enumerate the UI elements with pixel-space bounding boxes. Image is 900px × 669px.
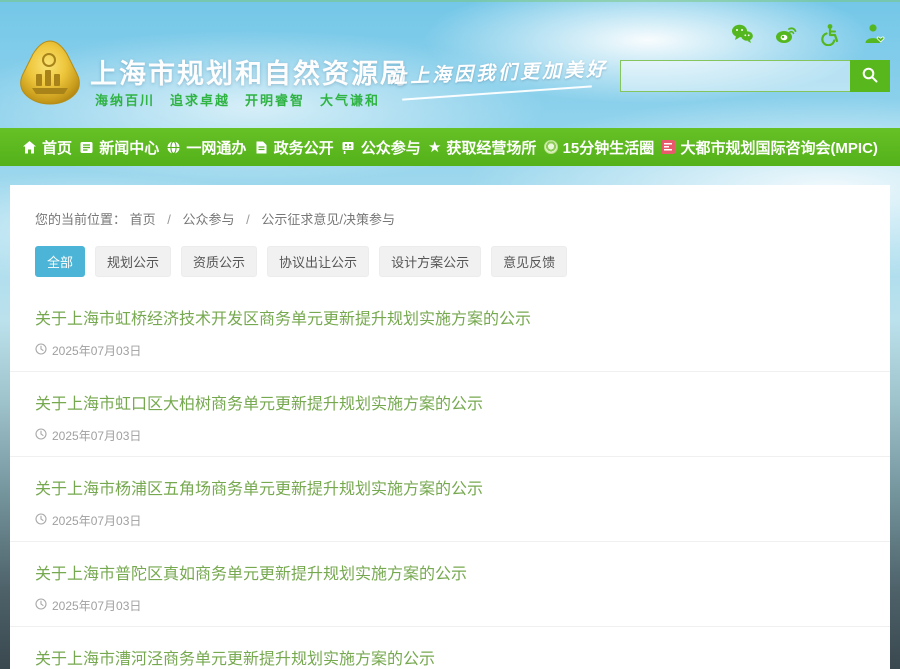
announcement-link[interactable]: 关于上海市杨浦区五角场商务单元更新提升规划实施方案的公示 [35, 475, 865, 499]
disclosure-icon [254, 140, 269, 155]
announcement-date: 2025年07月03日 [35, 512, 865, 529]
motto-underline [402, 85, 592, 100]
site-slogan: 海纳百川 追求卓越 开明睿智 大气谦和 [95, 90, 380, 109]
breadcrumb: 您的当前位置： 首页 / 公众参与 / 公示征求意见/决策参与 [10, 185, 890, 228]
nav-item-news[interactable]: 新闻中心 [79, 137, 159, 158]
tab-qualification-notice[interactable]: 资质公示 [181, 246, 257, 277]
search-input[interactable] [620, 60, 850, 92]
tab-agreement-transfer-notice[interactable]: 协议出让公示 [267, 246, 369, 277]
nav-item-services[interactable]: 一网通办 [166, 137, 246, 158]
announcement-link[interactable]: 关于上海市虹口区大柏树商务单元更新提升规划实施方案的公示 [35, 390, 865, 414]
nav-label: 获取经营场所 [446, 137, 536, 158]
announcement-date: 2025年07月03日 [35, 342, 865, 359]
elderly-service-icon[interactable] [862, 22, 886, 46]
date-text: 2025年07月03日 [52, 512, 141, 529]
nav-label: 一网通办 [186, 137, 246, 158]
clock-icon [35, 428, 47, 443]
filter-tabs: 全部 规划公示 资质公示 协议出让公示 设计方案公示 意见反馈 [35, 246, 865, 277]
bureau-seal-logo [18, 38, 82, 108]
site-title: 上海市规划和自然资源局 [90, 52, 409, 91]
nav-label: 首页 [42, 137, 72, 158]
tab-feedback[interactable]: 意见反馈 [491, 246, 567, 277]
announcement-link[interactable]: 关于上海市普陀区真如商务单元更新提升规划实施方案的公示 [35, 560, 865, 584]
nav-item-business-premises[interactable]: ★ 获取经营场所 [428, 137, 536, 158]
announcement-link[interactable]: 关于上海市虹桥经济技术开发区商务单元更新提升规划实施方案的公示 [35, 305, 865, 329]
content-card: 您的当前位置： 首页 / 公众参与 / 公示征求意见/决策参与 全部 规划公示 … [10, 185, 890, 669]
list-item: 关于上海市虹口区大柏树商务单元更新提升规划实施方案的公示 2025年07月03日 [10, 372, 890, 457]
breadcrumb-home[interactable]: 首页 [130, 212, 156, 227]
accessibility-icon[interactable] [818, 22, 842, 46]
breadcrumb-current[interactable]: 公示征求意见/决策参与 [261, 212, 395, 227]
participation-icon [341, 140, 356, 155]
home-icon [22, 140, 37, 155]
announcement-link[interactable]: 关于上海市漕河泾商务单元更新提升规划实施方案的公示 [35, 645, 865, 669]
nav-item-home[interactable]: 首页 [22, 137, 72, 158]
site-motto: 让上海因我们更加美好 [388, 54, 619, 89]
life-circle-icon [544, 140, 558, 154]
tab-all[interactable]: 全部 [35, 246, 85, 277]
announcement-date: 2025年07月03日 [35, 427, 865, 444]
date-text: 2025年07月03日 [52, 342, 141, 359]
nav-label: 15分钟生活圈 [563, 137, 655, 158]
weibo-icon[interactable] [774, 22, 798, 46]
news-icon [79, 140, 94, 155]
nav-label: 大都市规划国际咨询会(MPIC) [680, 137, 878, 158]
list-item: 关于上海市杨浦区五角场商务单元更新提升规划实施方案的公示 2025年07月03日 [10, 457, 890, 542]
list-item: 关于上海市虹桥经济技术开发区商务单元更新提升规划实施方案的公示 2025年07月… [10, 287, 890, 372]
search-icon [861, 66, 879, 87]
mpic-icon [661, 140, 675, 154]
breadcrumb-separator: / [167, 212, 171, 227]
clock-icon [35, 513, 47, 528]
site-header: 上海市规划和自然资源局 海纳百川 追求卓越 开明睿智 大气谦和 让上海因我们更加… [0, 0, 900, 128]
main-nav: 首页 新闻中心 一网通办 政务公开 公众参与 ★ 获取经营场所 15分钟生活圈 … [0, 128, 900, 166]
nav-item-life-circle[interactable]: 15分钟生活圈 [544, 137, 655, 158]
nav-item-participation[interactable]: 公众参与 [341, 137, 421, 158]
clock-icon [35, 343, 47, 358]
announcement-date: 2025年07月03日 [35, 597, 865, 614]
star-icon: ★ [428, 140, 441, 155]
date-text: 2025年07月03日 [52, 597, 141, 614]
list-item: 关于上海市漕河泾商务单元更新提升规划实施方案的公示 2025年07月03日 [10, 627, 890, 669]
tab-design-plan-notice[interactable]: 设计方案公示 [379, 246, 481, 277]
breadcrumb-separator: / [246, 212, 250, 227]
wechat-icon[interactable] [730, 22, 754, 46]
tab-planning-notice[interactable]: 规划公示 [95, 246, 171, 277]
search-button[interactable] [850, 60, 890, 92]
breadcrumb-prefix: 您的当前位置： [35, 212, 126, 227]
date-text: 2025年07月03日 [52, 427, 141, 444]
quick-icon-bar [730, 22, 886, 46]
nav-item-mpic[interactable]: 大都市规划国际咨询会(MPIC) [661, 137, 878, 158]
clock-icon [35, 598, 47, 613]
services-icon [166, 140, 181, 155]
nav-item-disclosure[interactable]: 政务公开 [254, 137, 334, 158]
announcement-list: 关于上海市虹桥经济技术开发区商务单元更新提升规划实施方案的公示 2025年07月… [10, 287, 890, 669]
header-search [620, 60, 890, 92]
nav-label: 政务公开 [274, 137, 334, 158]
list-item: 关于上海市普陀区真如商务单元更新提升规划实施方案的公示 2025年07月03日 [10, 542, 890, 627]
breadcrumb-participation[interactable]: 公众参与 [183, 212, 235, 227]
nav-label: 公众参与 [361, 137, 421, 158]
nav-label: 新闻中心 [99, 137, 159, 158]
